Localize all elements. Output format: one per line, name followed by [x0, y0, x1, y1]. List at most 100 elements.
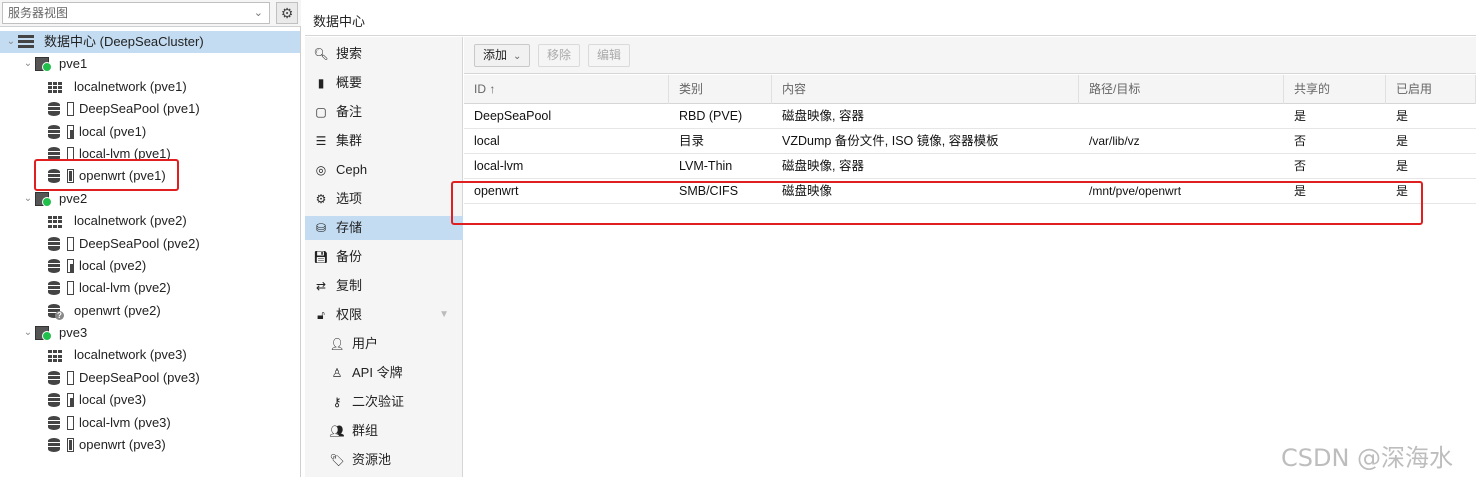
storage-empty-icon [48, 281, 60, 296]
sdn-grid-icon [48, 216, 63, 228]
tree-node[interactable]: ? openwrt (pve2) [0, 300, 300, 322]
edit-button-label: 编辑 [597, 48, 622, 62]
tree-node[interactable]: openwrt (pve3) [0, 434, 300, 456]
book-icon: ▮ [317, 76, 325, 90]
table-cell: 目录 [679, 134, 705, 148]
tree-node-label: openwrt (pve3) [79, 437, 166, 453]
table-cell: 磁盘映像, 容器 [782, 109, 864, 123]
tree-node-label: openwrt (pve1) [79, 168, 166, 184]
table-cell: 否 [1294, 159, 1307, 173]
storage-full-icon [48, 169, 60, 184]
column-header[interactable]: 内容 [772, 75, 1079, 104]
tree-node[interactable]: localnetwork (pve2) [0, 210, 300, 232]
tree-node-label: DeepSeaPool (pve1) [79, 101, 200, 117]
tree-node[interactable]: local (pve2) [0, 255, 300, 277]
chevron-down-icon: ⌄ [253, 7, 263, 19]
nav-item[interactable]: 💾︎ 备份 [305, 245, 463, 269]
nav-item-label: 资源池 [352, 452, 392, 467]
tree-node[interactable]: local (pve1) [0, 121, 300, 143]
storage-partial-icon [48, 258, 60, 273]
tree-node-label: pve3 [59, 325, 88, 341]
note-icon: ▢ [315, 105, 327, 119]
table-cell: 磁盘映像, 容器 [782, 159, 864, 173]
usage-bar-icon [67, 438, 74, 453]
tree-node[interactable]: openwrt (pve1) [0, 165, 300, 187]
nav-item-label: 概要 [336, 75, 363, 90]
tree-node-label: DeepSeaPool (pve2) [79, 235, 200, 251]
user-icon: 👤︎ [329, 337, 345, 351]
nav-item[interactable]: ◎ Ceph [305, 158, 463, 182]
tree-node-label: localnetwork (pve2) [74, 213, 187, 229]
table-cell: RBD (PVE) [679, 109, 743, 123]
expand-toggle-icon[interactable]: ⌄ [23, 188, 33, 210]
expand-toggle-icon[interactable]: ⌄ [23, 322, 33, 344]
table-cell: 是 [1396, 184, 1409, 198]
nav-item-label: API 令牌 [352, 365, 403, 380]
tree-node[interactable]: ⌄ 数据中心 (DeepSeaCluster) [0, 31, 300, 54]
tree-node[interactable]: localnetwork (pve3) [0, 344, 300, 366]
table-row[interactable]: DeepSeaPool RBD (PVE) 磁盘映像, 容器 是 是 [464, 104, 1476, 129]
tree-node[interactable]: local (pve3) [0, 389, 300, 411]
tree-node-label: localnetwork (pve1) [74, 78, 187, 94]
tree-node[interactable]: DeepSeaPool (pve1) [0, 98, 300, 120]
resource-tree-panel: 服务器视图 ⌄ ⚙ ⌄ 数据中心 (DeepSeaCluster) ⌄ pve1 loc… [0, 0, 301, 477]
search-icon: 🔍︎ [313, 47, 329, 61]
nav-item[interactable]: 🔓︎ 权限 ▼ [305, 303, 463, 327]
column-header[interactable]: 路径/目标 [1079, 75, 1284, 104]
edit-button[interactable]: 编辑 [588, 44, 631, 67]
column-header[interactable]: 已启用 [1386, 75, 1476, 104]
nav-item-label: 权限 [336, 307, 363, 322]
expand-toggle-icon[interactable]: ⌄ [6, 31, 16, 53]
nav-item[interactable]: ⇄ 复制 [305, 274, 463, 298]
table-cell: 否 [1294, 134, 1307, 148]
nav-item[interactable]: ▮ 概要 [305, 71, 463, 95]
nav-item[interactable]: ⚷ 二次验证 [305, 390, 463, 414]
tree-node[interactable]: ⌄ pve2 [0, 188, 300, 210]
unlock-icon: 🔓︎ [317, 308, 325, 322]
column-header[interactable]: 共享的 [1284, 75, 1386, 104]
nav-item[interactable]: ⚙ 选项 [305, 187, 463, 211]
table-cell: /mnt/pve/openwrt [1089, 184, 1182, 198]
gear-button[interactable]: ⚙ [276, 2, 298, 24]
table-row[interactable]: local 目录 VZDump 备份文件, ISO 镜像, 容器模板/var/lib… [464, 129, 1476, 154]
nav-item[interactable]: ⛁ 存储 [305, 216, 463, 240]
view-selector[interactable]: 服务器视图 ⌄ [2, 2, 270, 24]
tree-node[interactable]: ⌄ pve1 [0, 53, 300, 75]
tags-icon: 🏷︎ [329, 453, 345, 467]
content-header: 数据中心 [305, 0, 1476, 36]
nav-item[interactable]: 👥︎ 群组 [305, 419, 463, 443]
tree-node[interactable]: DeepSeaPool (pve2) [0, 233, 300, 255]
tree-node[interactable]: local-lvm (pve1) [0, 143, 300, 165]
tree-node[interactable]: DeepSeaPool (pve3) [0, 367, 300, 389]
retweet-icon: ⇄ [315, 279, 327, 293]
tree-node-label: pve1 [59, 56, 88, 72]
gear-icon: ⚙ [315, 192, 327, 206]
table-row[interactable]: openwrt SMB/CIFS 磁盘映像/mnt/pve/openwrt 是 是 [464, 179, 1476, 204]
tree-node[interactable]: localnetwork (pve1) [0, 76, 300, 98]
nav-item[interactable]: 🔍︎ 搜索 [305, 42, 463, 66]
nav-item[interactable]: 🏷︎ 资源池 [305, 448, 463, 472]
tree-node[interactable]: local-lvm (pve2) [0, 277, 300, 299]
add-button[interactable]: 添加 ⌄ [474, 44, 531, 67]
nav-item[interactable]: ☰ 集群 [305, 129, 463, 153]
tree-node-label: 数据中心 (DeepSeaCluster) [44, 34, 204, 49]
column-header[interactable]: 类别 [669, 75, 772, 104]
tree-node-label: local (pve1) [79, 123, 147, 139]
usage-bar-icon [67, 370, 74, 385]
remove-button[interactable]: 移除 [538, 44, 581, 67]
expand-toggle-icon[interactable]: ⌄ [23, 53, 33, 75]
tree-node[interactable]: local-lvm (pve3) [0, 412, 300, 434]
column-header[interactable]: ID ↑ [464, 75, 669, 104]
table-cell: 是 [1396, 159, 1409, 173]
nav-item-label: 选项 [336, 191, 363, 206]
nav-item[interactable]: ▢ 备注 [305, 100, 463, 124]
sdn-grid-icon [48, 350, 63, 363]
tree-node[interactable]: ⌄ pve3 [0, 322, 300, 344]
floppy-icon: 💾︎ [313, 250, 329, 264]
collapse-icon[interactable]: ▼ [439, 303, 449, 327]
table-cell: DeepSeaPool [474, 109, 552, 123]
nav-item[interactable]: 👤︎ 用户 [305, 332, 463, 356]
nav-item[interactable]: ♙ API 令牌 [305, 361, 463, 385]
tree-node-label: local-lvm (pve3) [79, 414, 171, 430]
table-row[interactable]: local-lvm LVM-Thin 磁盘映像, 容器 否 是 [464, 154, 1476, 179]
